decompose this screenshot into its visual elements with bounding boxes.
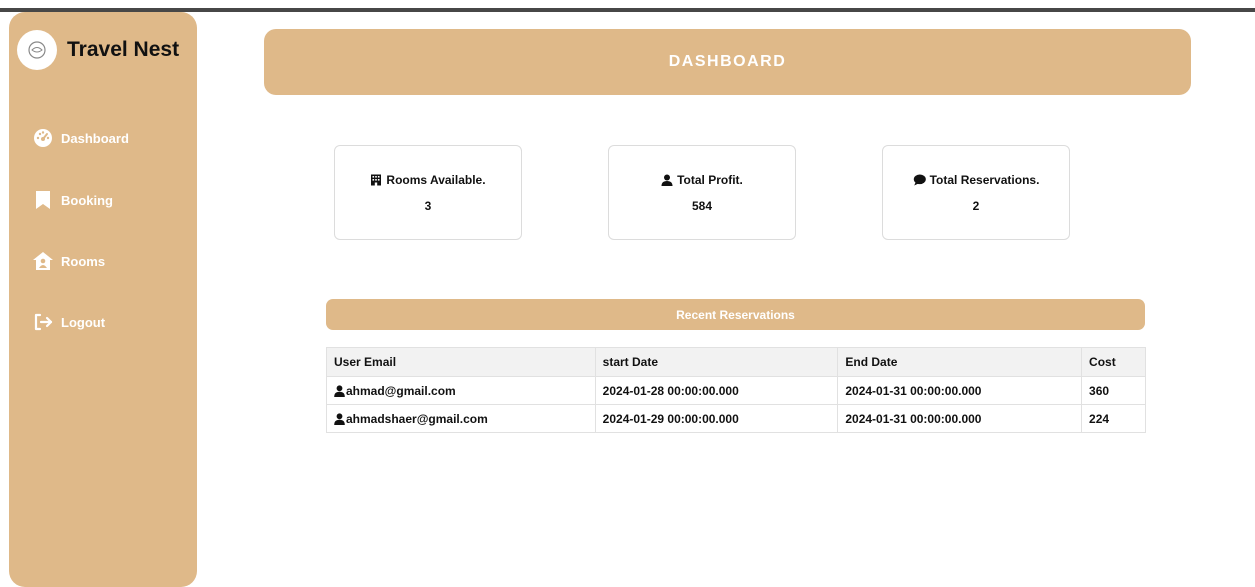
start-date-cell: 2024-01-28 00:00:00.000 bbox=[594, 376, 839, 405]
logout-icon bbox=[31, 310, 55, 334]
comment-icon bbox=[913, 174, 926, 186]
sidebar-item-label: Dashboard bbox=[61, 130, 129, 146]
end-date-cell: 2024-01-31 00:00:00.000 bbox=[837, 404, 1083, 433]
stat-label: Total Profit. bbox=[677, 173, 743, 187]
user-email: ahmad@gmail.com bbox=[346, 383, 456, 398]
top-border bbox=[0, 8, 1255, 12]
hotel-icon bbox=[371, 174, 382, 186]
start-date-cell: 2024-01-29 00:00:00.000 bbox=[594, 404, 839, 433]
stat-card-rooms: Rooms Available. 3 bbox=[334, 145, 522, 240]
cost-cell: 360 bbox=[1081, 376, 1146, 405]
stat-value: 2 bbox=[972, 199, 980, 213]
user-icon bbox=[334, 412, 345, 425]
cost-cell: 224 bbox=[1081, 404, 1146, 433]
stat-value: 584 bbox=[691, 199, 713, 213]
stat-card-reservations: Total Reservations. 2 bbox=[882, 145, 1070, 240]
reservations-table: User Email start Date End Date Cost ahma… bbox=[326, 347, 1146, 433]
logo-icon bbox=[17, 30, 57, 70]
column-header: Cost bbox=[1081, 347, 1146, 377]
house-user-icon bbox=[31, 249, 55, 273]
column-header: End Date bbox=[837, 347, 1083, 377]
section-title: Recent Reservations bbox=[676, 307, 795, 322]
table-row: ahmad@gmail.com 2024-01-28 00:00:00.000 … bbox=[326, 376, 1146, 405]
sidebar-item-booking[interactable]: Booking bbox=[31, 188, 113, 212]
brand[interactable]: Travel Nest bbox=[17, 30, 179, 70]
recent-reservations-header: Recent Reservations bbox=[326, 299, 1145, 330]
sidebar-item-logout[interactable]: Logout bbox=[31, 310, 105, 334]
email-cell: ahmad@gmail.com bbox=[326, 376, 596, 405]
stat-label: Total Reservations. bbox=[929, 173, 1040, 187]
email-cell: ahmadshaer@gmail.com bbox=[326, 404, 596, 433]
stat-label-row: Total Profit. bbox=[609, 173, 795, 187]
column-header: User Email bbox=[326, 347, 596, 377]
stat-card-profit: Total Profit. 584 bbox=[608, 145, 796, 240]
table-header-row: User Email start Date End Date Cost bbox=[326, 347, 1146, 377]
table-row: ahmadshaer@gmail.com 2024-01-29 00:00:00… bbox=[326, 404, 1146, 433]
sidebar bbox=[9, 12, 197, 587]
stat-label-row: Total Reservations. bbox=[883, 173, 1069, 187]
page-title: DASHBOARD bbox=[668, 53, 787, 70]
sidebar-item-label: Logout bbox=[61, 314, 106, 330]
user-icon bbox=[334, 384, 345, 397]
stat-value: 3 bbox=[424, 199, 432, 213]
user-icon bbox=[661, 174, 673, 186]
bookmark-icon bbox=[31, 188, 55, 212]
gauge-icon bbox=[31, 126, 55, 150]
sidebar-item-label: Booking bbox=[61, 192, 113, 208]
stat-label: Rooms Available. bbox=[386, 173, 486, 187]
user-email: ahmadshaer@gmail.com bbox=[346, 411, 488, 426]
brand-name: Travel Nest bbox=[67, 38, 180, 61]
end-date-cell: 2024-01-31 00:00:00.000 bbox=[837, 376, 1083, 405]
sidebar-item-dashboard[interactable]: Dashboard bbox=[31, 126, 129, 150]
page-header: DASHBOARD bbox=[264, 29, 1191, 95]
stat-label-row: Rooms Available. bbox=[335, 173, 521, 187]
column-header: start Date bbox=[594, 347, 839, 377]
sidebar-item-label: Rooms bbox=[61, 253, 106, 269]
sidebar-item-rooms[interactable]: Rooms bbox=[31, 249, 105, 273]
